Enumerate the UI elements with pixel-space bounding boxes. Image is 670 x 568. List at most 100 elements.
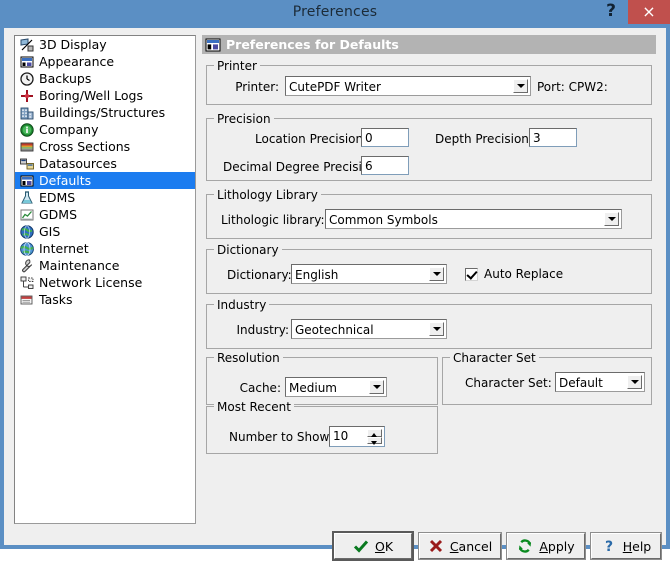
location-precision-input[interactable]: 0 [361, 128, 409, 147]
number-to-show-stepper[interactable]: 10 [329, 426, 385, 447]
svg-text:?: ? [605, 539, 613, 554]
apply-button[interactable]: Apply [506, 532, 586, 560]
sidebar-item-label: Maintenance [39, 258, 120, 273]
character-set-combobox[interactable]: Default [555, 372, 645, 392]
sidebar-item-boring-well-logs[interactable]: Boring/Well Logs [15, 87, 195, 104]
cache-label: Cache: [239, 381, 281, 395]
dictionary-label: Dictionary: [227, 268, 292, 282]
lithologic-library-combobox[interactable]: Common Symbols [325, 209, 622, 229]
window-title: Preferences [292, 4, 378, 20]
cancel-button[interactable]: Cancel [418, 532, 502, 560]
apply-button-label: Apply [539, 538, 575, 554]
sidebar-item-label: Cross Sections [39, 139, 131, 154]
3d-display-icon [19, 37, 35, 53]
company-info-icon [19, 122, 35, 138]
sidebar-item-label: Company [39, 122, 99, 137]
dialog-body: 3D Display Appearance Backups Boring/Wel… [4, 28, 666, 561]
printer-combobox[interactable]: CutePDF Writer [285, 76, 531, 96]
globe-icon [19, 224, 35, 240]
buildings-icon [19, 105, 35, 121]
sidebar-item-datasources[interactable]: Datasources [15, 155, 195, 172]
ok-button[interactable]: OK [332, 531, 414, 561]
boring-marker-icon [19, 88, 35, 104]
resolution-group-legend: Resolution [214, 351, 283, 365]
dictionary-group: Dictionary Dictionary: English Auto Repl… [206, 243, 652, 294]
preferences-category-list[interactable]: 3D Display Appearance Backups Boring/Wel… [14, 35, 196, 524]
sidebar-item-cross-sections[interactable]: Cross Sections [15, 138, 195, 155]
precision-group-legend: Precision [214, 112, 274, 126]
dialog-footer: OK Cancel Apply ? Help [4, 526, 666, 568]
sidebar-item-company[interactable]: Company [15, 121, 195, 138]
chevron-down-icon[interactable] [604, 212, 619, 226]
preferences-detail-panel: Preferences for Defaults Printer Printer… [202, 35, 656, 524]
sidebar-item-tasks[interactable]: Tasks [15, 291, 195, 308]
chevron-down-icon[interactable] [429, 322, 444, 336]
close-button[interactable]: × [628, 0, 670, 24]
sidebar-item-label: Network License [39, 275, 143, 290]
defaults-icon [19, 173, 35, 189]
cache-value: Medium [289, 381, 337, 395]
help-button[interactable]: ? Help [590, 532, 662, 560]
preferences-window: Preferences ? × 3D Display Appearance Ba… [0, 0, 670, 561]
sidebar-item-3d-display[interactable]: 3D Display [15, 36, 195, 53]
lithology-library-group: Lithology Library Lithologic library: Co… [206, 188, 652, 239]
clock-icon [19, 71, 35, 87]
network-license-icon [19, 275, 35, 291]
sidebar-item-label: Backups [39, 71, 92, 86]
internet-globe-icon [19, 241, 35, 257]
printer-port-text: Port: CPW2: [537, 80, 608, 94]
chevron-down-icon[interactable] [513, 79, 528, 93]
sidebar-item-internet[interactable]: Internet [15, 240, 195, 257]
number-to-show-value: 10 [333, 429, 349, 443]
tasks-icon [19, 292, 35, 308]
sidebar-item-backups[interactable]: Backups [15, 70, 195, 87]
sidebar-item-network-license[interactable]: Network License [15, 274, 195, 291]
industry-label: Industry: [236, 323, 289, 337]
location-precision-label: Location Precision: [255, 132, 368, 146]
sidebar-item-gdms[interactable]: GDMS [15, 206, 195, 223]
stepper-down-icon[interactable] [367, 436, 382, 444]
decimal-degree-precision-input[interactable]: 6 [361, 156, 409, 175]
auto-replace-checkbox[interactable]: Auto Replace [465, 267, 563, 281]
datasources-icon [19, 156, 35, 172]
most-recent-group-legend: Most Recent [214, 400, 294, 414]
auto-replace-label: Auto Replace [484, 267, 564, 281]
checkmark-icon[interactable] [465, 267, 478, 281]
dictionary-value: English [295, 268, 339, 282]
stepper-up-icon[interactable] [367, 429, 382, 437]
decimal-degree-precision-label: Decimal Degree Precision: [223, 160, 381, 174]
sidebar-item-defaults[interactable]: Defaults [15, 172, 195, 189]
sidebar-item-label: GIS [39, 224, 61, 239]
lithologic-library-label: Lithologic library: [221, 213, 325, 227]
industry-combobox[interactable]: Geotechnical [291, 319, 447, 339]
titlebar-help-button[interactable]: ? [600, 0, 622, 24]
chevron-down-icon[interactable] [429, 267, 444, 281]
lithologic-library-value: Common Symbols [329, 213, 438, 227]
chevron-down-icon[interactable] [369, 380, 384, 394]
sidebar-item-label: Boring/Well Logs [39, 88, 143, 103]
sidebar-item-appearance[interactable]: Appearance [15, 53, 195, 70]
depth-precision-label: Depth Precision: [435, 132, 533, 146]
title-bar: Preferences ? × [0, 0, 670, 28]
lithology-group-legend: Lithology Library [214, 188, 321, 202]
printer-label: Printer: [235, 80, 279, 94]
sidebar-item-maintenance[interactable]: Maintenance [15, 257, 195, 274]
refresh-icon [517, 538, 533, 554]
panel-header-title: Preferences for Defaults [226, 37, 399, 52]
dictionary-combobox[interactable]: English [291, 264, 447, 284]
chevron-down-icon[interactable] [627, 375, 642, 389]
check-icon [353, 538, 369, 554]
sidebar-item-label: Internet [39, 241, 89, 256]
sidebar-item-buildings-structures[interactable]: Buildings/Structures [15, 104, 195, 121]
character-set-label: Character Set: [465, 376, 552, 390]
panel-header: Preferences for Defaults [202, 35, 656, 54]
sidebar-item-edms[interactable]: EDMS [15, 189, 195, 206]
stepper-buttons[interactable] [367, 429, 382, 444]
sidebar-item-gis[interactable]: GIS [15, 223, 195, 240]
depth-precision-input[interactable]: 3 [529, 128, 577, 147]
cross-sections-icon [19, 139, 35, 155]
sidebar-item-label: Defaults [39, 173, 92, 188]
cache-combobox[interactable]: Medium [285, 377, 387, 397]
sidebar-item-label: Datasources [39, 156, 117, 171]
printer-combobox-value: CutePDF Writer [289, 80, 381, 94]
